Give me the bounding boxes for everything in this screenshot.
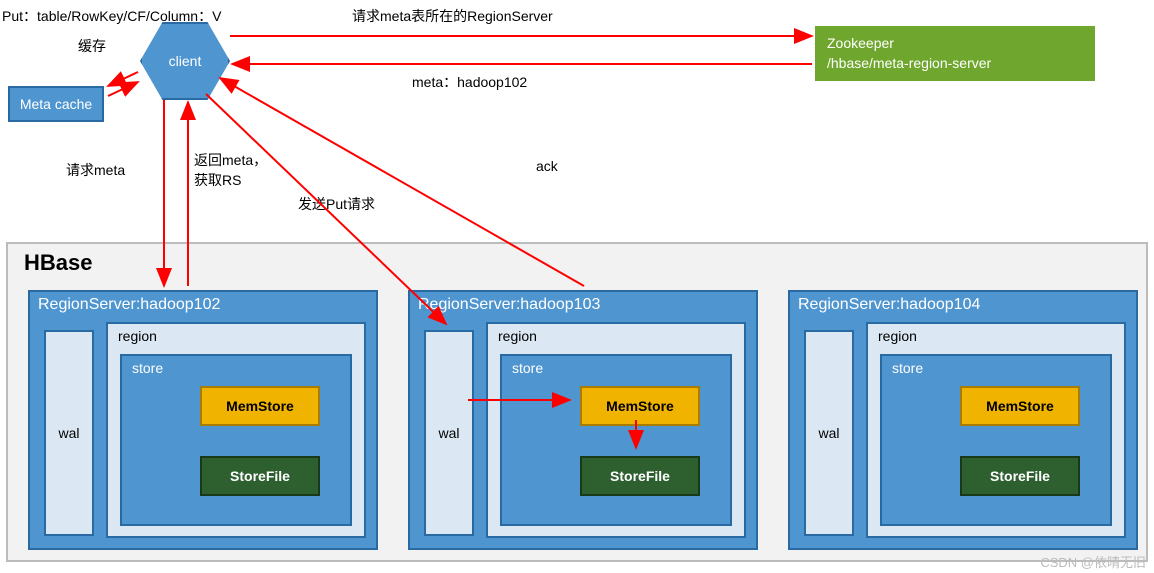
rs102-storefile: StoreFile [200,456,320,496]
rs104-region: region store MemStore StoreFile [866,322,1126,538]
rs103-region-label: region [498,328,537,344]
rs103-title: RegionServer:hadoop103 [418,296,600,314]
zookeeper-box: Zookeeper /hbase/meta-region-server [815,26,1095,81]
rs102-wal: wal [44,330,94,536]
regionserver-103: RegionServer:hadoop103 wal region store … [408,290,758,550]
rs103-store-label: store [512,360,543,376]
rs104-wal-label: wal [818,425,839,441]
rs103-wal: wal [424,330,474,536]
rs102-store: store MemStore StoreFile [120,354,352,526]
arrow-send-put: 发送Put请求 [298,194,375,214]
rs104-store: store MemStore StoreFile [880,354,1112,526]
rs104-store-label: store [892,360,923,376]
rs102-memstore-label: MemStore [226,398,294,414]
rs103-store: store MemStore StoreFile [500,354,732,526]
rs102-region-label: region [118,328,157,344]
rs104-wal: wal [804,330,854,536]
rs102-memstore: MemStore [200,386,320,426]
client-node: client [140,22,230,100]
rs103-storefile: StoreFile [580,456,700,496]
rs102-wal-label: wal [58,425,79,441]
hbase-title: HBase [24,250,92,276]
rs103-storefile-label: StoreFile [610,468,670,484]
meta-cache-box: Meta cache [8,86,104,122]
arrow-ack: ack [536,158,558,174]
rs104-storefile-label: StoreFile [990,468,1050,484]
arrow-req-meta-rs: 请求meta表所在的RegionServer [352,6,553,26]
rs102-region: region store MemStore StoreFile [106,322,366,538]
regionserver-102: RegionServer:hadoop102 wal region store … [28,290,378,550]
rs104-region-label: region [878,328,917,344]
rs104-title: RegionServer:hadoop104 [798,296,980,314]
meta-cache-label: Meta cache [20,96,92,112]
rs102-storefile-label: StoreFile [230,468,290,484]
rs103-region: region store MemStore StoreFile [486,322,746,538]
rs104-memstore-label: MemStore [986,398,1054,414]
rs103-memstore: MemStore [580,386,700,426]
arrow-meta-return: meta：hadoop102 [412,72,527,92]
rs102-store-label: store [132,360,163,376]
rs103-memstore-label: MemStore [606,398,674,414]
zookeeper-line2: /hbase/meta-region-server [827,54,1083,74]
arrow-req-meta: 请求meta [66,160,125,180]
hbase-panel: HBase RegionServer:hadoop102 wal region … [6,242,1148,562]
watermark: CSDN @依晴无旧 [1040,552,1146,571]
client-label: client [169,53,202,69]
rs104-memstore: MemStore [960,386,1080,426]
arrow-return-meta: 返回meta， 获取RS [194,150,267,190]
cache-label: 缓存 [78,36,106,56]
rs104-storefile: StoreFile [960,456,1080,496]
regionserver-104: RegionServer:hadoop104 wal region store … [788,290,1138,550]
rs103-wal-label: wal [438,425,459,441]
rs102-title: RegionServer:hadoop102 [38,296,220,314]
zookeeper-line1: Zookeeper [827,34,1083,54]
